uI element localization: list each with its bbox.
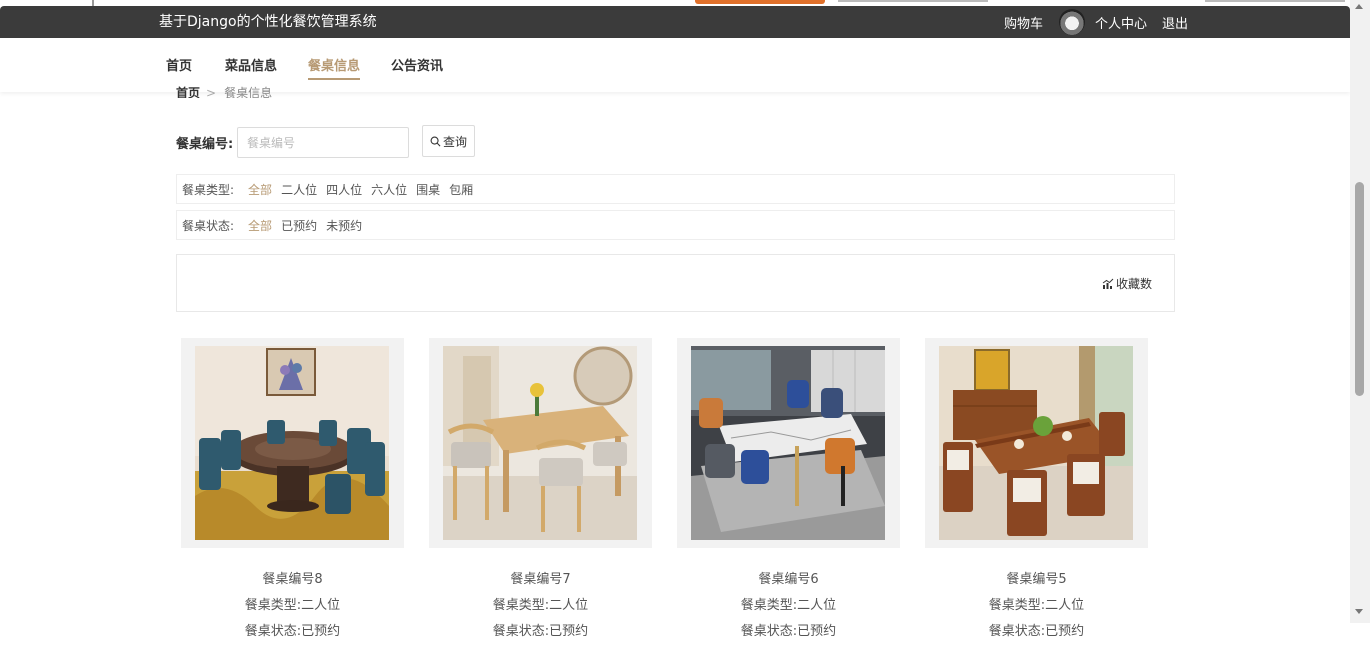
breadcrumb-current: 餐桌信息: [224, 86, 273, 98]
top-bar: 基于Django的个性化餐饮管理系统 购物车 个人中心 退出: [0, 6, 1350, 38]
filter-status-all[interactable]: 全部: [248, 217, 272, 234]
filter-status-reserved[interactable]: 已预约: [281, 217, 317, 234]
filter-label: 餐桌状态:: [182, 218, 235, 233]
filter-type-two[interactable]: 二人位: [281, 181, 317, 198]
logout-link[interactable]: 退出: [1162, 13, 1188, 32]
table-type: 餐桌类型:二人位: [492, 598, 589, 613]
scroll-down-arrow-icon[interactable]: [1355, 609, 1363, 614]
search-label: 餐桌编号:: [176, 137, 234, 152]
table-photo[interactable]: [939, 346, 1133, 540]
table-type: 餐桌类型:二人位: [988, 598, 1085, 613]
nav-item-home[interactable]: 首页: [166, 55, 192, 74]
filter-type-private-room[interactable]: 包厢: [449, 181, 473, 198]
sort-bar: 收藏数: [176, 254, 1175, 312]
filter-type-round[interactable]: 围桌: [416, 181, 440, 198]
table-type: 餐桌类型:二人位: [244, 598, 341, 613]
user-center-link[interactable]: 个人中心: [1095, 13, 1147, 32]
page-scrollbar[interactable]: [1350, 0, 1370, 623]
table-card[interactable]: 餐桌编号8 餐桌类型:二人位 餐桌状态:已预约: [181, 338, 404, 645]
table-number: 餐桌编号6: [758, 572, 819, 587]
cart-link[interactable]: 购物车: [1004, 13, 1043, 32]
breadcrumb-home[interactable]: 首页: [176, 86, 200, 98]
scroll-up-arrow-icon[interactable]: [1355, 4, 1363, 9]
table-number: 餐桌编号7: [510, 572, 571, 587]
table-card[interactable]: 餐桌编号5 餐桌类型:二人位 餐桌状态:已预约: [925, 338, 1148, 645]
table-number: 餐桌编号5: [1006, 572, 1067, 587]
sort-by-favorites-button[interactable]: 收藏数: [1102, 275, 1152, 292]
filter-status-unreserved[interactable]: 未预约: [326, 217, 362, 234]
remnant-line: [838, 0, 988, 2]
trend-chart-icon: [1102, 278, 1114, 289]
table-type: 餐桌类型:二人位: [740, 598, 837, 613]
filter-table-status: 餐桌状态: 全部 已预约 未预约: [176, 210, 1175, 240]
avatar[interactable]: [1058, 9, 1085, 35]
table-card[interactable]: 餐桌编号6 餐桌类型:二人位 餐桌状态:已预约: [677, 338, 900, 645]
table-image-frame[interactable]: [677, 338, 900, 548]
table-image-frame[interactable]: [181, 338, 404, 548]
search-button-label: 查询: [442, 134, 467, 149]
filter-type-six[interactable]: 六人位: [371, 181, 407, 198]
breadcrumb-separator: >: [206, 86, 217, 98]
user-links: 购物车 个人中心 退出: [1004, 6, 1188, 38]
table-photo[interactable]: [195, 346, 389, 540]
remnant-price: [695, 0, 825, 4]
site-brand[interactable]: 基于Django的个性化餐饮管理系统: [159, 6, 377, 38]
search-icon: [430, 136, 441, 146]
sort-label: 收藏数: [1115, 277, 1152, 291]
filter-type-four[interactable]: 四人位: [326, 181, 362, 198]
breadcrumb: 首页 > 餐桌信息: [176, 84, 272, 98]
remnant-line: [1205, 0, 1345, 2]
search-button[interactable]: 查询: [422, 125, 475, 157]
nav-item-news[interactable]: 公告资讯: [391, 55, 443, 74]
table-image-frame[interactable]: [429, 338, 652, 548]
table-image-frame[interactable]: [925, 338, 1148, 548]
nav-item-dishes[interactable]: 菜品信息: [225, 55, 277, 74]
scrollbar-thumb[interactable]: [1355, 182, 1364, 396]
table-photo[interactable]: [443, 346, 637, 540]
filter-table-type: 餐桌类型: 全部 二人位 四人位 六人位 围桌 包厢: [176, 174, 1175, 204]
table-photo[interactable]: [691, 346, 885, 540]
nav-item-tables[interactable]: 餐桌信息: [308, 55, 361, 80]
filter-type-all[interactable]: 全部: [248, 181, 272, 198]
table-card[interactable]: 餐桌编号7 餐桌类型:二人位 餐桌状态:已预约: [429, 338, 652, 645]
filter-label: 餐桌类型:: [182, 182, 235, 197]
search-input[interactable]: [237, 127, 409, 158]
table-number: 餐桌编号8: [262, 572, 323, 587]
